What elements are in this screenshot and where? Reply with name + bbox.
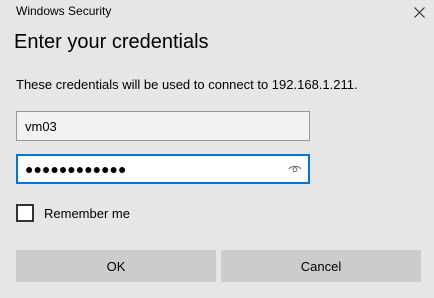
page-title: Enter your credentials <box>14 31 209 53</box>
remember-me-checkbox[interactable] <box>16 204 34 222</box>
window-title: Windows Security <box>16 4 112 18</box>
username-input[interactable] <box>17 112 309 140</box>
password-masked-value: ●●●●●●●●●●●● <box>25 161 127 177</box>
close-icon <box>413 6 425 18</box>
username-field[interactable] <box>16 111 310 141</box>
description-text: These credentials will be used to connec… <box>16 77 358 92</box>
credentials-dialog: Windows Security Enter your credentials … <box>0 0 434 298</box>
remember-me[interactable]: Remember me <box>16 204 130 222</box>
ok-button[interactable]: OK <box>16 250 216 282</box>
cancel-button[interactable]: Cancel <box>221 250 421 282</box>
remember-me-label[interactable]: Remember me <box>44 206 130 221</box>
password-field[interactable]: ●●●●●●●●●●●● <box>16 154 310 184</box>
eye-icon[interactable] <box>288 156 302 182</box>
close-button[interactable] <box>404 0 434 24</box>
